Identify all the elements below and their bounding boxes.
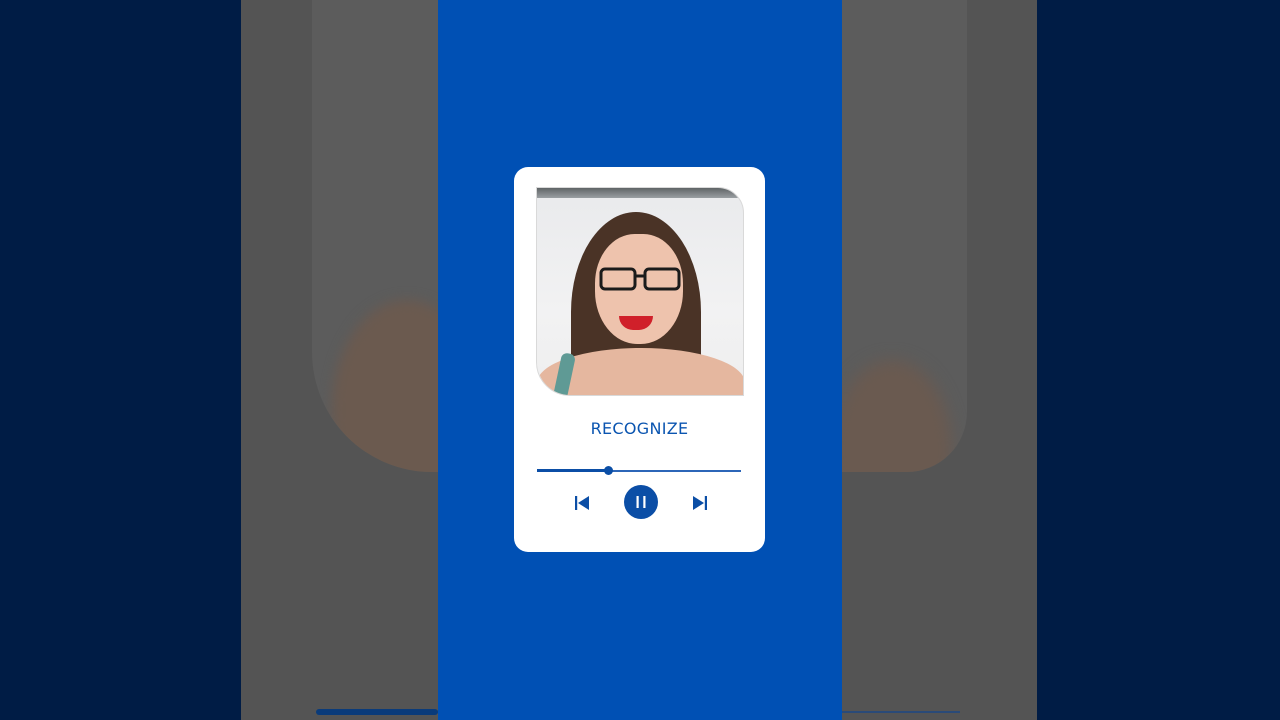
progress-fill [537, 469, 609, 472]
blurred-progress-bar-left [316, 709, 438, 715]
album-art-photo [536, 187, 744, 396]
pause-icon [636, 496, 646, 508]
blurred-shoulder-right [832, 360, 952, 472]
music-player-card: RECOGNIZE [514, 167, 765, 552]
track-title: RECOGNIZE [590, 419, 689, 438]
progress-bar[interactable] [537, 466, 741, 475]
next-button[interactable] [688, 491, 712, 515]
pause-button[interactable] [624, 485, 658, 519]
skip-next-icon [693, 496, 707, 510]
blurred-progress-bar-right [842, 711, 960, 713]
video-frame: RECOGNIZE [0, 0, 1280, 720]
previous-button[interactable] [570, 491, 594, 515]
photo-frame-top [537, 188, 743, 198]
progress-knob[interactable] [604, 466, 614, 475]
glasses-shape [599, 267, 681, 291]
skip-previous-icon [575, 496, 589, 510]
